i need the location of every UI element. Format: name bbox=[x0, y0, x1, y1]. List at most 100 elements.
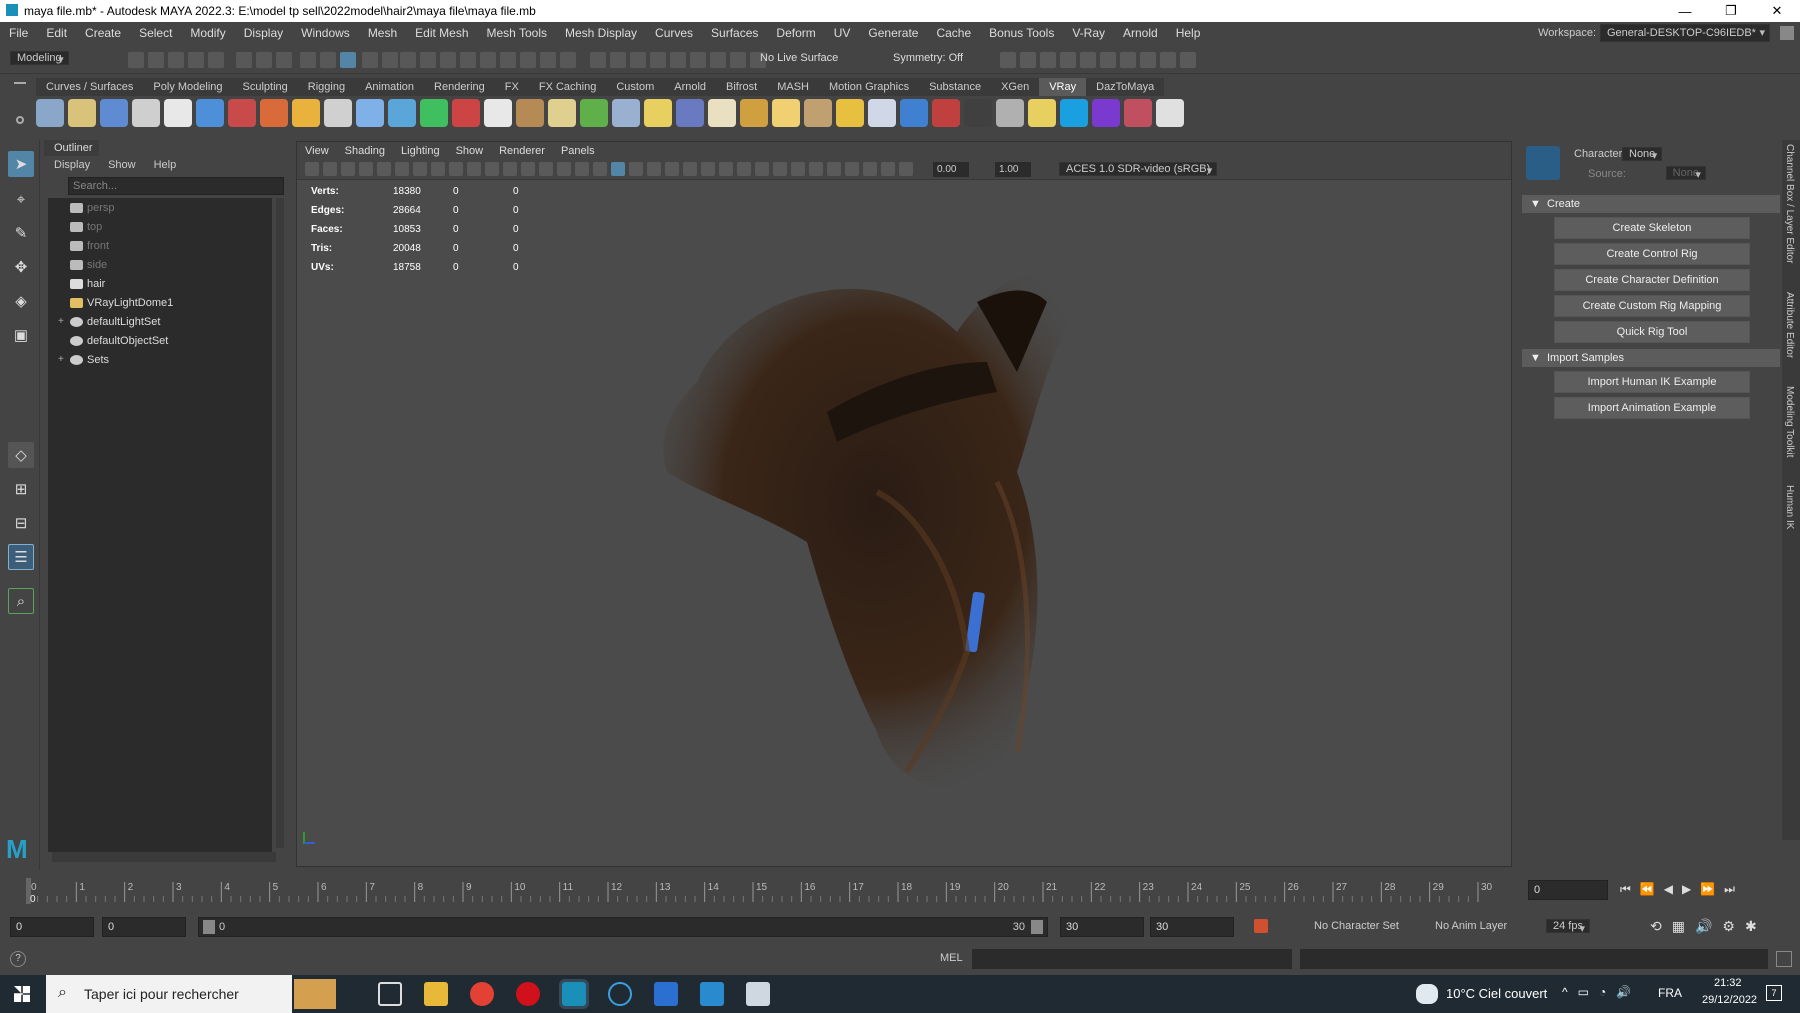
playback-start-field[interactable]: 0 bbox=[102, 917, 186, 937]
status-tool-icon[interactable] bbox=[730, 52, 746, 68]
status-tool-icon[interactable] bbox=[670, 52, 686, 68]
gamma-field[interactable]: 1.00 bbox=[995, 162, 1031, 177]
viewport-tool-icon[interactable] bbox=[521, 162, 535, 176]
shelf-tool-icon[interactable] bbox=[548, 99, 576, 127]
outliner-layout-icon[interactable]: ☰ bbox=[8, 544, 34, 570]
shelf-tool-icon[interactable] bbox=[676, 99, 704, 127]
shelf-tab[interactable]: Rigging bbox=[298, 78, 355, 96]
menu-mesh[interactable]: Mesh bbox=[359, 26, 406, 40]
status-tool-icon[interactable] bbox=[400, 52, 416, 68]
viewport-menu-renderer[interactable]: Renderer bbox=[491, 145, 553, 157]
viewport-tool-icon[interactable] bbox=[503, 162, 517, 176]
hair-model[interactable] bbox=[577, 212, 1177, 792]
shelf-tool-icon[interactable] bbox=[356, 99, 384, 127]
search-icon[interactable]: ⌕ bbox=[8, 588, 34, 614]
app-c-icon[interactable] bbox=[608, 982, 632, 1006]
outliner-menu-help[interactable]: Help bbox=[154, 159, 177, 171]
viewport-tool-icon[interactable] bbox=[467, 162, 481, 176]
status-tool-icon[interactable] bbox=[128, 52, 144, 68]
move-tool-icon[interactable]: ✥ bbox=[8, 254, 34, 280]
outliner-item[interactable]: persp bbox=[48, 198, 272, 217]
status-tool-icon[interactable] bbox=[650, 52, 666, 68]
shelf-tool-icon[interactable] bbox=[516, 99, 544, 127]
playback-end-field[interactable]: 30 bbox=[1060, 917, 1144, 937]
side-tab[interactable]: Modeling Toolkit bbox=[1782, 382, 1797, 462]
menu-mesh-tools[interactable]: Mesh Tools bbox=[478, 26, 556, 40]
select-tool-icon[interactable]: ➤ bbox=[8, 151, 34, 177]
menu-create[interactable]: Create bbox=[76, 26, 130, 40]
viewport-menu-panels[interactable]: Panels bbox=[553, 145, 603, 157]
shelf-tool-icon[interactable] bbox=[804, 99, 832, 127]
viewport-tool-icon[interactable] bbox=[845, 162, 859, 176]
shelf-tool-icon[interactable] bbox=[580, 99, 608, 127]
menu-file[interactable]: File bbox=[0, 26, 37, 40]
viewport-tool-icon[interactable] bbox=[377, 162, 391, 176]
viewport-tool-icon[interactable] bbox=[395, 162, 409, 176]
notification-icon[interactable]: 7 bbox=[1766, 985, 1782, 1001]
shelf-tab[interactable]: Custom bbox=[606, 78, 664, 96]
status-tool-icon[interactable] bbox=[610, 52, 626, 68]
shelf-tool-icon[interactable] bbox=[164, 99, 192, 127]
viewport-tool-icon[interactable] bbox=[557, 162, 571, 176]
app-window-icon[interactable] bbox=[746, 982, 770, 1006]
script-editor-icon[interactable] bbox=[1776, 951, 1792, 967]
shelf-tab[interactable]: FX bbox=[495, 78, 529, 96]
viewport-tool-icon[interactable] bbox=[611, 162, 625, 176]
status-tool-icon[interactable] bbox=[690, 52, 706, 68]
outliner-menu-display[interactable]: Display bbox=[54, 159, 90, 171]
viewport-panel[interactable]: View Shading Lighting Show Renderer Panels 0.… bbox=[296, 141, 1512, 867]
shelf-tab[interactable]: FX Caching bbox=[529, 78, 606, 96]
range-bar[interactable]: 0 30 bbox=[198, 917, 1048, 937]
status-tool-icon[interactable] bbox=[188, 52, 204, 68]
shelf-tool-icon[interactable] bbox=[708, 99, 736, 127]
menu-edit[interactable]: Edit bbox=[37, 26, 76, 40]
status-tool-icon[interactable] bbox=[540, 52, 556, 68]
rotate-tool-icon[interactable]: ◈ bbox=[8, 288, 34, 314]
import-section-header[interactable]: ▼ Import Samples bbox=[1522, 349, 1780, 367]
taskbar-search-input[interactable]: ⌕ Taper ici pour rechercher bbox=[46, 975, 336, 1013]
viewport-tool-icon[interactable] bbox=[755, 162, 769, 176]
viewport-tool-icon[interactable] bbox=[485, 162, 499, 176]
viewport-tool-icon[interactable] bbox=[773, 162, 787, 176]
humanik-import-button[interactable]: Import Animation Example bbox=[1554, 397, 1750, 419]
status-tool-icon[interactable] bbox=[520, 52, 536, 68]
maximize-button[interactable]: ❐ bbox=[1708, 0, 1754, 22]
menu-windows[interactable]: Windows bbox=[292, 26, 359, 40]
shelf-tab[interactable]: Motion Graphics bbox=[819, 78, 919, 96]
paint-select-icon[interactable]: ✎ bbox=[8, 220, 34, 246]
opera-icon[interactable] bbox=[516, 982, 540, 1006]
symmetry-label[interactable]: Symmetry: Off bbox=[893, 52, 963, 64]
shelf-tool-icon[interactable] bbox=[260, 99, 288, 127]
weather-icon[interactable] bbox=[1416, 984, 1438, 1004]
live-surface-label[interactable]: No Live Surface bbox=[760, 52, 838, 64]
shelf-tool-icon[interactable] bbox=[772, 99, 800, 127]
viewport-tool-icon[interactable] bbox=[665, 162, 679, 176]
maya-taskbar-icon[interactable] bbox=[559, 979, 589, 1009]
status-tool-icon[interactable] bbox=[440, 52, 456, 68]
viewport-tool-icon[interactable] bbox=[827, 162, 841, 176]
viewport-tool-icon[interactable] bbox=[719, 162, 733, 176]
render-tool-icon[interactable] bbox=[1120, 52, 1136, 68]
outliner-h-scrollbar[interactable] bbox=[52, 852, 276, 862]
viewport-tool-icon[interactable] bbox=[413, 162, 427, 176]
menu-deform[interactable]: Deform bbox=[767, 26, 824, 40]
current-frame-field[interactable]: 0 bbox=[1528, 880, 1608, 900]
shelf-tool-icon[interactable] bbox=[228, 99, 256, 127]
task-view-icon[interactable] bbox=[378, 982, 402, 1006]
status-tool-icon[interactable] bbox=[560, 52, 576, 68]
outliner-item[interactable]: + Sets bbox=[48, 350, 272, 369]
humanik-import-button[interactable]: Import Human IK Example bbox=[1554, 371, 1750, 393]
clock-date[interactable]: 29/12/2022 bbox=[1702, 994, 1757, 1006]
clock-time[interactable]: 21:32 bbox=[1714, 977, 1742, 989]
shelf-tool-icon[interactable] bbox=[1156, 99, 1184, 127]
scale-tool-icon[interactable]: ▣ bbox=[8, 322, 34, 348]
status-tool-icon[interactable] bbox=[256, 52, 272, 68]
status-tool-icon[interactable] bbox=[590, 52, 606, 68]
scene-end-field[interactable]: 30 bbox=[1150, 917, 1234, 937]
status-tool-icon[interactable] bbox=[480, 52, 496, 68]
shelf-tool-icon[interactable] bbox=[644, 99, 672, 127]
shelf-tool-icon[interactable] bbox=[996, 99, 1024, 127]
menu-cache[interactable]: Cache bbox=[927, 26, 980, 40]
render-tool-icon[interactable] bbox=[1140, 52, 1156, 68]
status-tool-icon[interactable] bbox=[168, 52, 184, 68]
